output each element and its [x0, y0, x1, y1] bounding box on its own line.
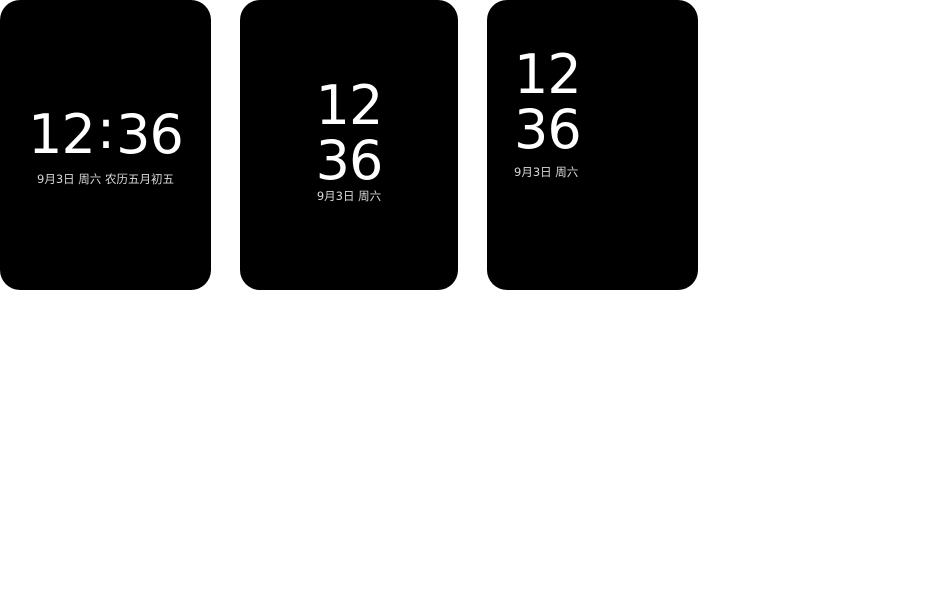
clock-time: 12:36	[0, 103, 211, 162]
clock-hour: 12	[514, 43, 582, 106]
clock-hour: 12	[28, 103, 96, 166]
watch-face-stacked-centered: 12 36 9月3日 周六	[240, 0, 458, 290]
date-label: 9月3日 周六 农历五月初五	[37, 172, 174, 186]
date-label: 9月3日 周六	[514, 165, 579, 179]
clock-time: 12 36	[514, 43, 582, 161]
clock-time: 12 36	[240, 78, 458, 188]
clock-minute: 36	[116, 103, 184, 166]
clock-minute: 36	[514, 98, 582, 161]
watch-face-horizontal: 12:36 9月3日 周六 农历五月初五	[0, 0, 211, 290]
clock-minute: 36	[315, 129, 384, 192]
clock-hour: 12	[315, 74, 384, 137]
watch-face-stacked-left: 12 36 9月3日 周六	[487, 0, 698, 290]
clock-separator: :	[96, 98, 115, 161]
date-label: 9月3日 周六	[316, 189, 382, 203]
